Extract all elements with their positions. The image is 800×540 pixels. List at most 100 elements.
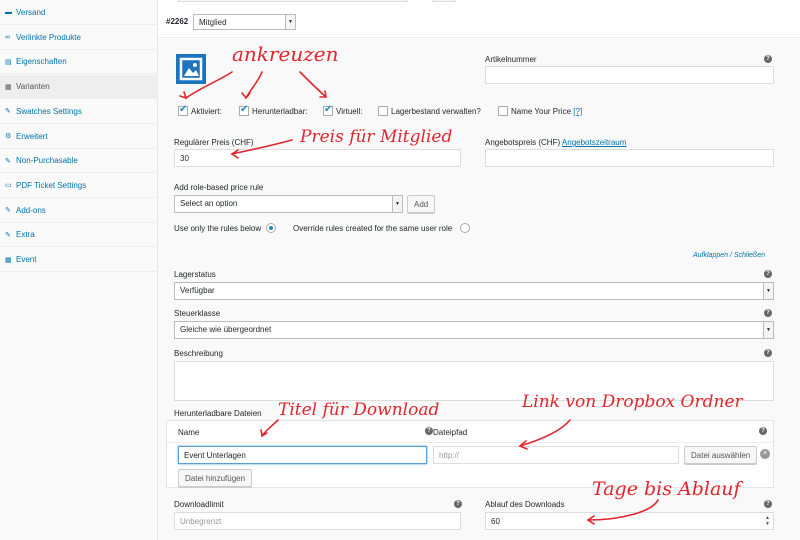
pdf-icon: ▭ (5, 182, 12, 190)
annotation-link: Link von Dropbox Ordner (522, 392, 743, 412)
downloadable-checkbox[interactable] (239, 104, 249, 116)
file-path-input[interactable]: http:// (433, 446, 679, 464)
sidebar-item-pdf-ticket-settings[interactable]: ▭ PDF Ticket Settings (0, 174, 158, 198)
regular-price-input[interactable]: 30 (174, 149, 461, 167)
truck-icon: ▬ (5, 9, 12, 16)
calendar-icon: ▦ (5, 256, 12, 264)
help-icon[interactable]: ? (764, 309, 772, 317)
tax-class-select[interactable]: Gleiche wie übergeordnet ▼ (174, 321, 774, 339)
file-name-input[interactable]: Event Unterlagen (178, 446, 427, 464)
variation-attribute-value: Mitglied (199, 18, 227, 27)
sale-schedule-link[interactable]: Angebotszeitraum (562, 138, 626, 147)
sidebar-item-event[interactable]: ▦ Event (0, 248, 158, 272)
sidebar-item-erweitert[interactable]: ⚙ Erweitert (0, 125, 158, 149)
sku-input[interactable] (485, 66, 774, 84)
manage-stock-label: Lagerbestand verwalten? (391, 107, 481, 116)
stock-status-value: Verfügbar (180, 286, 215, 295)
sidebar-item-label: Non-Purchasable (16, 156, 78, 166)
sidebar-item-label: Erweitert (16, 131, 48, 141)
col-name-header: Name (178, 428, 200, 437)
sidebar-item-swatches-settings[interactable]: ✎ Swatches Settings (0, 100, 158, 124)
sidebar-item-varianten[interactable]: ▦ Varianten (0, 75, 158, 100)
annotation-days: Tage bis Ablauf (592, 478, 741, 500)
downloads-table-header: Name ? Dateipfad ? (167, 421, 773, 443)
chevron-down-icon: ▼ (285, 15, 295, 29)
name-your-price-help-link[interactable]: [?] (573, 107, 582, 116)
wrench-icon: ✎ (5, 231, 11, 239)
sidebar-item-label: PDF Ticket Settings (16, 180, 87, 190)
help-icon[interactable]: ? (425, 427, 433, 435)
chevron-down-icon: ▼ (392, 196, 402, 212)
variation-image-button[interactable] (176, 54, 206, 84)
remove-file-icon[interactable]: × (760, 449, 770, 459)
gear-icon: ⚙ (5, 133, 12, 140)
tax-class-value: Gleiche wie übergeordnet (180, 325, 272, 334)
list-icon: ▤ (5, 58, 12, 66)
product-data-tabs: ▬ Versand ∞ Verlinkte Produkte ▤ Eigenschafte… (0, 0, 158, 540)
name-your-price-label: Name Your Price [?] (511, 107, 583, 116)
download-limit-input[interactable]: Unbegrenzt (174, 512, 461, 530)
help-icon[interactable]: ? (764, 55, 772, 63)
sidebar-item-add-ons[interactable]: ✎ Add-ons (0, 199, 158, 223)
image-icon (179, 57, 203, 81)
help-icon[interactable]: ? (764, 270, 772, 278)
variation-header: #2262 Mitglied ▼ (158, 0, 800, 38)
sidebar-item-eigenschaften[interactable]: ▤ Eigenschaften (0, 50, 158, 75)
variation-panel: #2262 Mitglied ▼ Artikelnummer ? Aktivie… (158, 0, 800, 540)
sidebar-item-extra[interactable]: ✎ Extra (0, 223, 158, 248)
sidebar-item-label: Varianten (16, 82, 50, 92)
virtual-checkbox[interactable] (323, 104, 333, 116)
sidebar-item-non-purchasable[interactable]: ✎ Non-Purchasable (0, 149, 158, 174)
annotation-price: Preis für Mitglied (300, 127, 453, 147)
wrench-icon: ✎ (5, 207, 11, 215)
sale-price-label: Angebotspreis (CHF) Angebotszeitraum (485, 138, 627, 147)
help-icon[interactable]: ? (764, 349, 772, 357)
regular-price-label: Regulärer Preis (CHF) (174, 138, 254, 147)
variation-body: Artikelnummer ? Aktiviert: Herunterladba… (158, 39, 800, 540)
sidebar-item-label: Eigenschaften (16, 57, 67, 67)
variation-attribute-select[interactable]: Mitglied ▼ (193, 14, 296, 30)
sidebar-item-label: Add-ons (16, 205, 46, 215)
radio-only-rules[interactable] (266, 223, 276, 233)
stock-status-select[interactable]: Verfügbar ▼ (174, 282, 774, 300)
sidebar-item-verlinkte-produkte[interactable]: ∞ Verlinkte Produkte (0, 26, 158, 50)
grid-icon: ▦ (5, 83, 12, 91)
enabled-checkbox[interactable] (178, 104, 188, 116)
download-expiry-label: Ablauf des Downloads (485, 500, 565, 509)
add-file-button[interactable]: Datei hinzufügen (178, 469, 253, 487)
annotation-title: Titel für Download (278, 400, 440, 420)
help-icon[interactable]: ? (764, 500, 772, 508)
radio-override-rules[interactable] (460, 223, 470, 233)
role-select[interactable]: Select an option ▼ (174, 195, 403, 213)
role-select-value: Select an option (180, 199, 238, 208)
sidebar-item-versand[interactable]: ▬ Versand (0, 1, 158, 25)
help-icon[interactable]: ? (454, 500, 462, 508)
radio-only-label: Use only the rules below (174, 224, 262, 233)
expand-collapse-link[interactable]: Aufklappen / Schließen (693, 252, 765, 259)
link-icon: ∞ (5, 33, 10, 41)
sidebar-item-label: Extra (16, 230, 35, 240)
tax-class-label: Steuerklasse (174, 309, 221, 318)
sale-price-input[interactable] (485, 149, 774, 167)
download-limit-label: Downloadlimit (174, 500, 224, 509)
manage-stock-checkbox[interactable] (378, 106, 388, 116)
truncated-field (178, 0, 408, 2)
help-icon[interactable]: ? (759, 427, 767, 435)
name-your-price-checkbox[interactable] (498, 106, 508, 116)
radio-override-label: Override rules created for the same user… (293, 224, 453, 233)
downloads-section-label: Herunterladbare Dateien (174, 409, 262, 418)
sidebar-item-label: Swatches Settings (16, 106, 82, 116)
choose-file-button[interactable]: Datei auswählen (684, 446, 758, 464)
downloadable-label: Herunterladbar: (252, 107, 308, 116)
stepper-icon[interactable]: ▲ ▼ (765, 515, 770, 527)
truncated-button (432, 0, 456, 2)
download-expiry-value: 60 (491, 517, 500, 526)
description-label: Beschreibung (174, 349, 223, 358)
wrench-icon: ✎ (5, 157, 11, 165)
add-rule-button[interactable]: Add (407, 195, 436, 213)
virtual-label: Virtuell: (336, 107, 363, 116)
variation-id: #2262 (166, 17, 189, 26)
download-expiry-input[interactable]: 60 ▲ ▼ (485, 512, 774, 530)
role-rule-label: Add role-based price rule (174, 183, 264, 192)
chevron-down-icon: ▼ (763, 322, 773, 338)
